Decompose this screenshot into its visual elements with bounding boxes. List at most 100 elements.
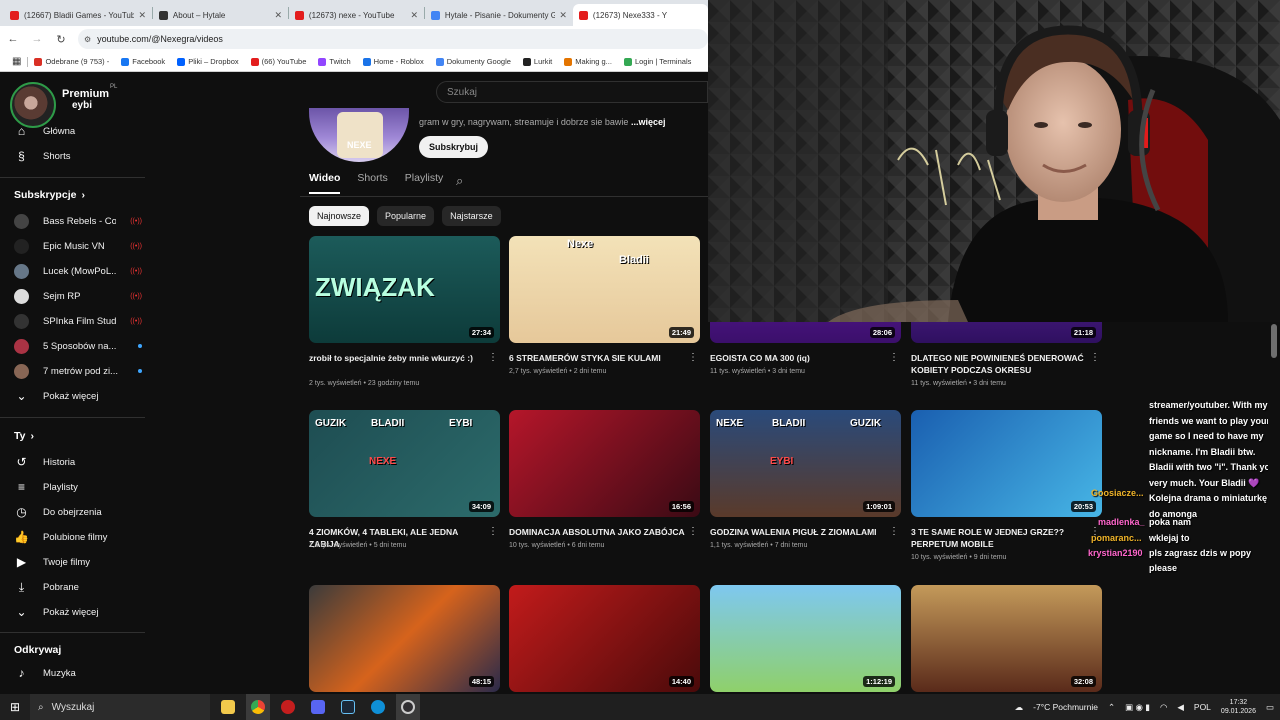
video-thumbnail[interactable]: 20:53 xyxy=(911,410,1102,517)
sidebar-item-home[interactable]: ⌂ Główna xyxy=(14,122,142,140)
page-scrollbar-thumb[interactable] xyxy=(1271,324,1277,358)
language-indicator[interactable]: POL xyxy=(1194,702,1211,712)
video-title[interactable]: 6 STREAMERÓW STYKA SIE KULAMI xyxy=(509,352,685,364)
video-title[interactable]: DOMINACJA ABSOLUTNA JAKO ZABÓJCA xyxy=(509,526,685,538)
bookmark-item[interactable]: Lurkit xyxy=(517,57,558,66)
more-options-icon[interactable]: ⋮ xyxy=(488,526,498,537)
chat-username[interactable]: Goosiacze... xyxy=(1091,488,1144,498)
sidebar-subscription-item[interactable]: Sejm RP ((•)) xyxy=(14,287,142,305)
tab-close-icon[interactable]: ✕ xyxy=(559,10,567,21)
video-thumbnail[interactable]: 32:08 xyxy=(911,585,1102,692)
subscribe-button[interactable]: Subskrybuj xyxy=(419,136,489,158)
channel-description-more[interactable]: ...więcej xyxy=(631,117,666,127)
tab-close-icon[interactable]: ✕ xyxy=(138,10,146,21)
video-thumbnail[interactable]: Nexe Bladii 21:49 xyxy=(509,236,700,343)
sidebar-item-history[interactable]: ↺ Historia xyxy=(14,453,142,471)
url-field[interactable]: ⚙ youtube.com/@Nexegra/videos xyxy=(78,29,708,49)
obs-icon[interactable] xyxy=(396,694,420,720)
sidebar-subscription-item[interactable]: Epic Music VN ((•)) xyxy=(14,237,142,255)
bookmark-item[interactable]: Dokumenty Google xyxy=(430,57,517,66)
video-title[interactable]: DLATEGO NIE POWINIENEŚ DENEROWAĆ KOBIETY… xyxy=(911,352,1087,376)
more-options-icon[interactable]: ⋮ xyxy=(1090,352,1100,363)
video-thumbnail[interactable]: GUZIK BLADII EYBI NEXE 34:09 xyxy=(309,410,500,517)
sidebar-subscription-item[interactable]: 7 metrów pod zi... xyxy=(14,362,142,380)
sidebar-subscription-item[interactable]: Lucek (MowPoL... ((•)) xyxy=(14,262,142,280)
bookmark-item[interactable]: Facebook xyxy=(115,57,171,66)
bookmark-item[interactable]: Odebrane (9 753) - xyxy=(28,57,115,66)
video-thumbnail[interactable]: 14:40 xyxy=(509,585,700,692)
show-more-you-button[interactable]: ⌄ Pokaż więcej xyxy=(14,603,142,621)
bookmark-item[interactable]: Home - Roblox xyxy=(357,57,430,66)
forward-icon[interactable]: → xyxy=(30,33,44,45)
bookmark-item[interactable]: (66) YouTube xyxy=(245,57,313,66)
video-thumbnail[interactable]: 48:15 xyxy=(309,585,500,692)
video-thumbnail[interactable]: NEXE BLADII GUZIK EYBI 1:09:01 xyxy=(710,410,901,517)
windows-start-icon[interactable]: ⊞ xyxy=(0,694,30,720)
steam-icon[interactable] xyxy=(336,694,360,720)
weather-icon[interactable]: ☁ xyxy=(1015,702,1024,713)
tray-icons[interactable]: ▣ ◉ ▮ xyxy=(1125,702,1150,713)
channel-description[interactable]: gram w gry, nagrywam, streamuje i dobrze… xyxy=(419,117,665,127)
opera-icon[interactable] xyxy=(276,694,300,720)
weather-text[interactable]: -7°C Pochmurnie xyxy=(1033,702,1098,712)
video-title[interactable]: zrobił to specjalnie żeby mnie wkurzyć :… xyxy=(309,352,485,364)
tab-videos[interactable]: Wideo xyxy=(309,172,341,194)
sidebar-item-shorts[interactable]: § Shorts xyxy=(14,147,142,165)
bookmark-item[interactable]: Making g... xyxy=(558,57,618,66)
sidebar-item-playlist[interactable]: ≡ Playlisty xyxy=(14,478,142,496)
volume-icon[interactable]: ◀ xyxy=(1177,702,1184,713)
more-options-icon[interactable]: ⋮ xyxy=(688,526,698,537)
video-title[interactable]: GODZINA WALENIA PIGUŁ Z ZIOMALAMI xyxy=(710,526,886,538)
browser-tab[interactable]: (12667) Bladii Games - YouTube ✕ xyxy=(4,4,152,26)
video-thumbnail[interactable]: 16:56 xyxy=(509,410,700,517)
bookmark-item[interactable]: Twitch xyxy=(312,57,356,66)
browser-tab[interactable]: Hytale - Pisanie - Dokumenty G ✕ xyxy=(425,4,573,26)
bookmark-item[interactable]: Pliki – Dropbox xyxy=(171,57,244,66)
show-more-subscriptions-button[interactable]: ⌄ Pokaż więcej xyxy=(14,387,142,405)
channel-search-icon[interactable]: ⌕ xyxy=(456,173,463,189)
browser-tab[interactable]: (12673) nexe - YouTube ✕ xyxy=(289,4,424,26)
more-options-icon[interactable]: ⋮ xyxy=(889,352,899,363)
browser-tab[interactable]: About – Hytale ✕ xyxy=(153,4,288,26)
video-title[interactable]: 3 TE SAME ROLE W JEDNEJ GRZE?? PERPETUM … xyxy=(911,526,1087,550)
sidebar-item-download[interactable]: ⤓ Pobrane xyxy=(14,578,142,596)
chip-oldest[interactable]: Najstarsze xyxy=(442,206,501,226)
reload-icon[interactable]: ↻ xyxy=(54,33,68,46)
chrome-icon[interactable] xyxy=(246,694,270,720)
tab-shorts[interactable]: Shorts xyxy=(357,172,387,194)
chat-username[interactable]: krystian2190 xyxy=(1088,548,1143,558)
sidebar-subscription-item[interactable]: Bass Rebels - Co... ((•)) xyxy=(14,212,142,230)
browser-tab[interactable]: (12673) Nexe333 - Y xyxy=(572,4,708,26)
more-options-icon[interactable]: ⋮ xyxy=(488,352,498,363)
more-options-icon[interactable]: ⋮ xyxy=(688,352,698,363)
youtube-search-input[interactable]: Szukaj xyxy=(436,81,708,103)
more-options-icon[interactable]: ⋮ xyxy=(889,526,899,537)
sidebar-subscription-item[interactable]: SPInka Film Stud... ((•)) xyxy=(14,312,142,330)
file-explorer-icon[interactable] xyxy=(216,694,240,720)
notifications-icon[interactable]: ▭ xyxy=(1266,702,1274,713)
tab-playlists[interactable]: Playlisty xyxy=(405,172,444,194)
tab-close-icon[interactable]: ✕ xyxy=(410,10,418,21)
clock[interactable]: 17:32 09.01.2026 xyxy=(1221,698,1256,716)
sidebar-item-your-videos[interactable]: ▶ Twoje filmy xyxy=(14,553,142,571)
discord-icon[interactable] xyxy=(306,694,330,720)
chip-popular[interactable]: Popularne xyxy=(377,206,435,226)
sidebar-item-music[interactable]: ♪ Muzyka xyxy=(14,664,142,682)
taskbar-search[interactable]: ⌕ Wyszukaj xyxy=(30,694,210,720)
subscriptions-header[interactable]: Subskrypcje › xyxy=(14,189,85,201)
chat-username[interactable]: madlenka_ xyxy=(1098,517,1145,527)
site-info-icon[interactable]: ⚙ xyxy=(84,35,91,44)
tab-close-icon[interactable]: ✕ xyxy=(274,10,282,21)
channel-avatar[interactable]: NEXE xyxy=(309,108,409,162)
tray-chevron-icon[interactable]: ⌃ xyxy=(1108,702,1115,713)
you-header[interactable]: Ty › xyxy=(14,430,34,442)
edge-icon[interactable] xyxy=(366,694,390,720)
sidebar-item-like[interactable]: 👍 Polubione filmy xyxy=(14,528,142,546)
wifi-icon[interactable]: ◠ xyxy=(1160,702,1167,713)
bookmark-item[interactable]: Login | Terminals xyxy=(618,57,697,66)
apps-icon[interactable]: ▦ xyxy=(6,56,27,67)
sidebar-subscription-item[interactable]: 5 Sposobów na... xyxy=(14,337,142,355)
video-thumbnail[interactable]: 1:12:19 xyxy=(710,585,901,692)
back-icon[interactable]: ← xyxy=(6,33,20,45)
chat-username[interactable]: pomaranc... xyxy=(1091,533,1142,543)
